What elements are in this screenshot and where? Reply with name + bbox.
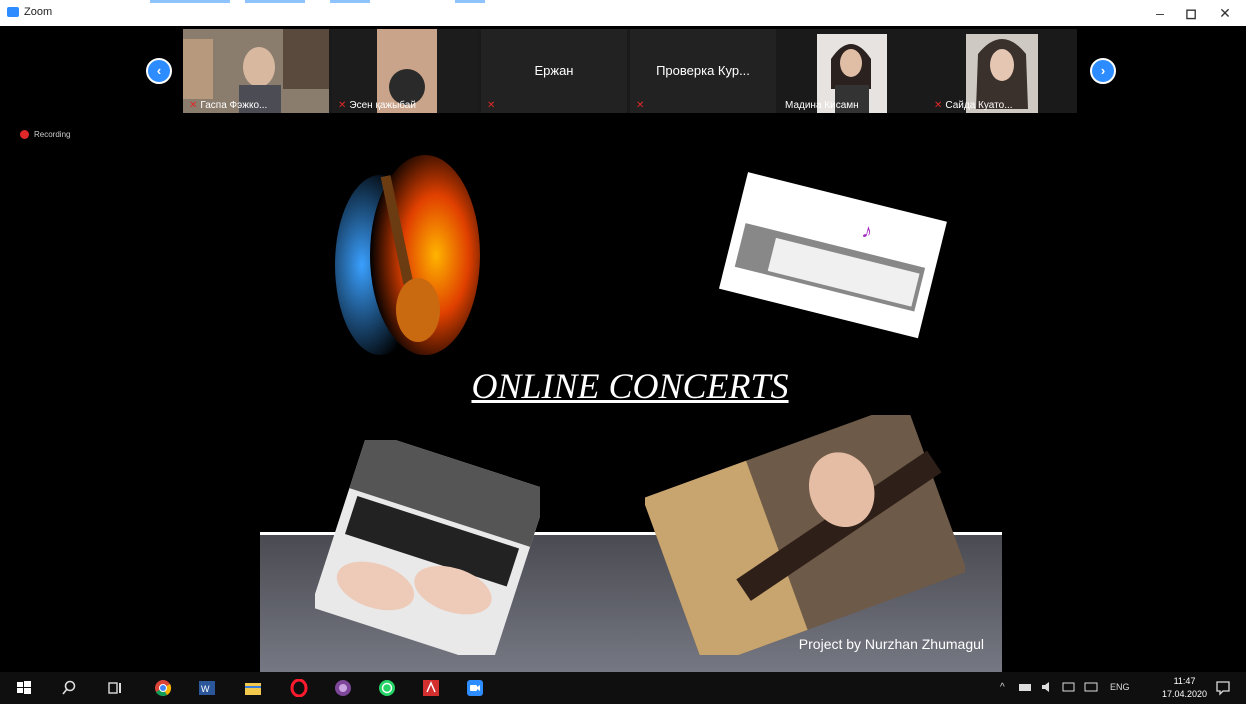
svg-text:W: W [201, 684, 210, 694]
participant-tile[interactable]: Мадина Кисамн [779, 29, 925, 113]
participant-gallery: ✕ Гаспа Фэжко... ✕ Эсен қажыбай Ержан ✕ Пр… [183, 29, 1077, 113]
participant-tile[interactable]: ✕ Сайда Куатo... [928, 29, 1074, 113]
gallery-next-button[interactable]: › [1090, 58, 1116, 84]
maximize-button[interactable]: ◻ [1176, 3, 1206, 23]
fire-guitar-image [330, 155, 480, 365]
close-button[interactable]: ✕ [1210, 3, 1240, 23]
piano-hands-image [315, 440, 540, 655]
participant-tile[interactable]: Ержан ✕ [481, 29, 627, 113]
opera-icon[interactable] [290, 679, 308, 697]
participant-name-row: ✕ Сайда Куатo... [934, 100, 1013, 111]
participant-name-row: ✕ [487, 100, 498, 111]
titlebar-accent [455, 0, 485, 3]
zoom-app-icon [7, 7, 19, 17]
tor-browser-icon[interactable] [334, 679, 352, 697]
clock-date: 17.04.2020 [1162, 689, 1208, 699]
acrobat-icon[interactable] [422, 679, 440, 697]
search-icon[interactable] [60, 679, 78, 697]
participant-name-center: Проверка Кур... [656, 63, 750, 78]
participant-name-row: Мадина Кисамн [785, 100, 859, 111]
keyboard-image: ♪ [718, 172, 947, 339]
titlebar-accent [245, 0, 305, 3]
participant-name: Мадина Кисамн [785, 100, 859, 111]
participant-name: Эсен қажыбай [349, 100, 416, 111]
titlebar-accent [150, 0, 230, 3]
zoom-icon[interactable] [466, 679, 484, 697]
participant-name-row: ✕ Гаспа Фэжко... [189, 100, 267, 111]
windows-start-icon[interactable] [15, 679, 33, 697]
battery-icon[interactable] [1062, 681, 1076, 693]
participant-tile[interactable]: Проверка Кур... ✕ [630, 29, 776, 113]
participant-name-row: ✕ Эсен қажыбай [338, 100, 416, 111]
language-indicator[interactable]: ENG [1110, 682, 1130, 692]
participant-name-center: Ержан [534, 63, 574, 78]
muted-mic-icon: ✕ [189, 100, 198, 111]
participant-tile[interactable]: ✕ Эсен қажыбай [332, 29, 478, 113]
participant-name: Гаспа Фэжко... [200, 100, 268, 111]
task-view-icon[interactable] [106, 679, 124, 697]
record-dot-icon [20, 130, 29, 140]
windows-taskbar: W ^ ENG 11:47 17.04.2020 [0, 672, 1246, 704]
recording-indicator[interactable]: Recording [20, 130, 71, 140]
guitar-playing-image [645, 415, 965, 655]
network-icon[interactable] [1018, 681, 1032, 693]
window-title: Zoom [24, 6, 53, 18]
whatsapp-icon[interactable] [378, 679, 396, 697]
window-titlebar: Zoom – ◻ ✕ [0, 0, 1246, 26]
minimize-button[interactable]: – [1145, 3, 1175, 23]
titlebar-accent [330, 0, 370, 3]
word-icon[interactable]: W [198, 679, 216, 697]
shared-screen-slide: ♪ ONLINE CONCERTS Project by Nurzhan Zhu… [260, 140, 1002, 673]
muted-mic-icon: ✕ [934, 100, 943, 111]
notification-icon[interactable] [1214, 679, 1232, 697]
participant-name: Сайда Куатo... [945, 100, 1013, 111]
participant-tile[interactable]: ✕ Гаспа Фэжко... [183, 29, 329, 113]
tray-chevron-icon[interactable]: ^ [1000, 682, 1005, 693]
clock-time: 11:47 [1173, 676, 1196, 686]
participant-name-row: ✕ [636, 100, 647, 111]
muted-mic-icon: ✕ [338, 100, 347, 111]
taskbar-clock[interactable]: 11:47 17.04.2020 [1162, 675, 1207, 701]
volume-icon[interactable] [1040, 681, 1054, 693]
chrome-icon[interactable] [154, 679, 172, 697]
file-explorer-icon[interactable] [244, 679, 262, 697]
gallery-prev-button[interactable]: ‹ [146, 58, 172, 84]
slide-credit: Project by Nurzhan Zhumagul [798, 636, 984, 652]
keyboard-layout-icon[interactable] [1084, 681, 1098, 693]
muted-mic-icon: ✕ [487, 100, 496, 111]
slide-title: ONLINE CONCERTS [471, 366, 789, 406]
recording-label: Recording [34, 130, 71, 139]
muted-mic-icon: ✕ [636, 100, 645, 111]
